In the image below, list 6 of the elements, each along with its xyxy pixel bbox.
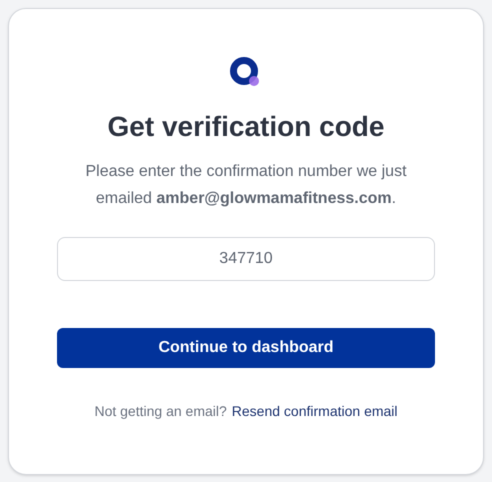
footer-text: Not getting an email? (94, 402, 227, 421)
code-field[interactable]: 347710 (57, 237, 435, 281)
page-title: Get verification code (108, 110, 384, 144)
continue-button[interactable]: Continue to dashboard (57, 328, 435, 368)
instruction-text: Please enter the confirmation number we just emailed amber@glowmamafitness.com. (84, 162, 408, 209)
resend-link[interactable]: Resend confirmation email (232, 401, 398, 422)
